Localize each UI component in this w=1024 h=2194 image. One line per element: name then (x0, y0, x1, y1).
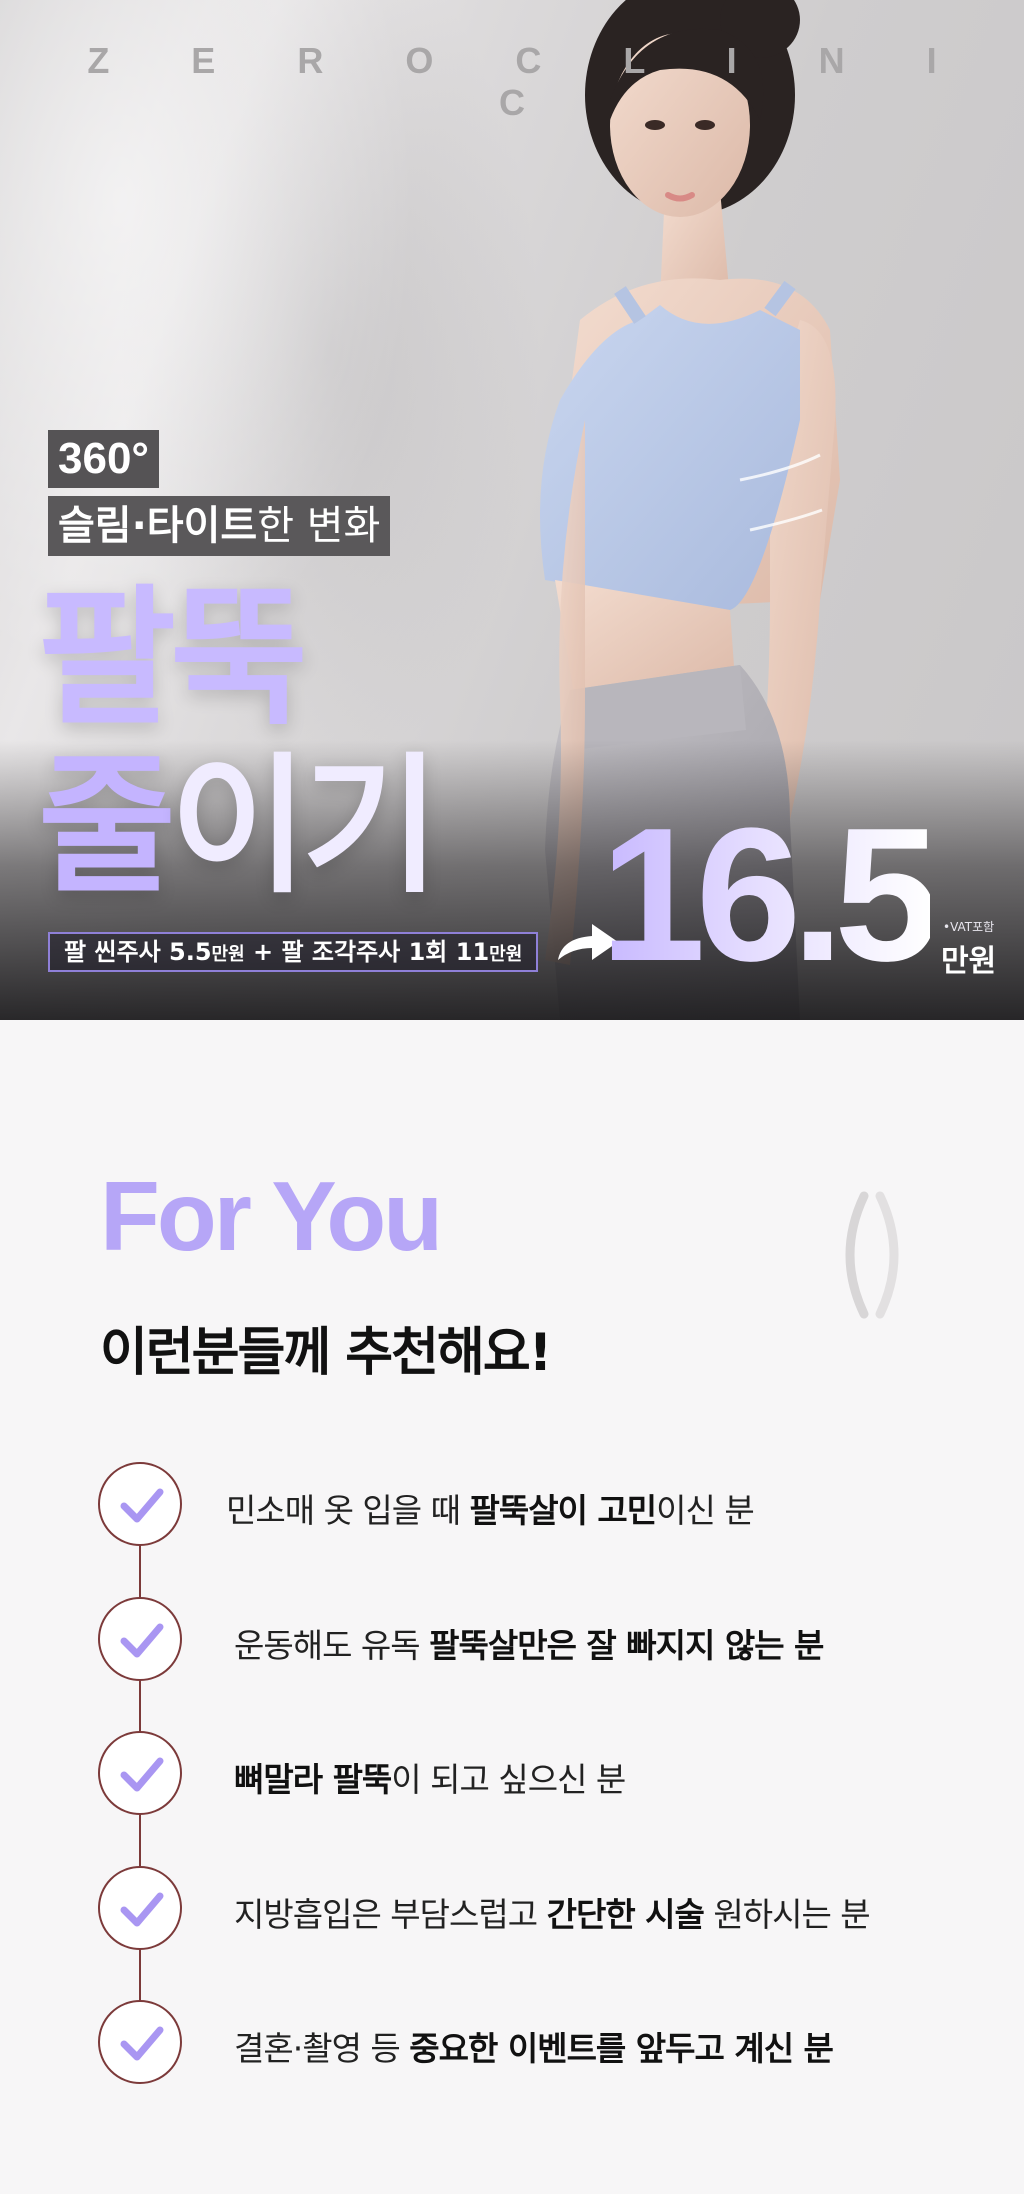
price-plus: + (244, 938, 282, 966)
check-icon (120, 1488, 164, 1523)
price-unit: 만원 (941, 944, 997, 979)
item-text-bold: 팔뚝살만은 잘 빠지지 않는 분 (429, 1626, 824, 1665)
price-part2: 팔 조각주사 1회 11 (281, 938, 490, 966)
total-price: 16.5 (600, 789, 940, 1001)
check-circle (98, 2000, 182, 2084)
price-part2-unit: 만원 (489, 944, 523, 965)
item-text-pre: 운동해도 유독 (234, 1626, 430, 1665)
badge-360: 360° (48, 430, 160, 488)
vat-note: •VAT포함 (943, 920, 995, 934)
headline-line1: 팔뚝 (38, 572, 308, 746)
price-breakdown: 팔 씬주사 5.5만원 + 팔 조각주사 1회 11만원 (48, 932, 539, 972)
headline-line2-accent: 줄 (38, 740, 176, 914)
check-icon (120, 1757, 164, 1792)
check-item-3 (98, 1731, 184, 1817)
check-circle (98, 1462, 182, 1546)
hero-banner: Z E R O C L I N I C 360° 슬림·타이트한 변화 팔뚝 줄… (0, 0, 1024, 1020)
list-item-2: 운동해도 유독 팔뚝살만은 잘 빠지지 않는 분 (234, 1619, 824, 1667)
for-you-heading: For You (100, 1161, 443, 1271)
check-icon (120, 1892, 164, 1927)
item-text-bold: 팔뚝살이 고민 (469, 1491, 657, 1530)
brand-name: Z E R O C L I N I C (87, 40, 973, 123)
check-item-5 (98, 2000, 184, 2086)
item-text-bold: 뼈말라 팔뚝 (234, 1760, 392, 1799)
item-text-pre: 민소매 옷 입을 때 (226, 1491, 470, 1530)
price-part1: 팔 씬주사 5.5 (64, 938, 212, 966)
subtitle-badge: 슬림·타이트한 변화 (48, 496, 391, 556)
check-circle (98, 1731, 182, 1815)
check-item-1 (98, 1462, 184, 1548)
list-item-5: 결혼·촬영 등 중요한 이벤트를 앞두고 계신 분 (234, 2022, 834, 2070)
item-text-post: 이 되고 싶으신 분 (391, 1760, 626, 1799)
item-text-bold: 중요한 이벤트를 앞두고 계신 분 (409, 2029, 834, 2068)
check-circle (98, 1866, 182, 1950)
list-item-1: 민소매 옷 입을 때 팔뚝살이 고민이신 분 (226, 1484, 755, 1532)
check-icon (120, 2026, 164, 2061)
price-part1-unit: 만원 (211, 944, 245, 965)
list-item-4: 지방흡입은 부담스럽고 간단한 시술 원하시는 분 (234, 1888, 871, 1936)
list-item-3: 뼈말라 팔뚝이 되고 싶으신 분 (234, 1753, 626, 1801)
check-circle (98, 1597, 182, 1681)
item-text-post: 원하시는 분 (703, 1895, 870, 1934)
item-text-post: 이신 분 (656, 1491, 755, 1530)
headline-line2: 줄이기 (38, 740, 440, 914)
parenthesis-decoration-icon (845, 1191, 899, 1319)
subtitle-bold: 슬림·타이트 (58, 503, 258, 549)
check-icon (120, 1623, 164, 1658)
headline: 팔뚝 줄이기 (38, 572, 440, 914)
section-title: 이런분들께 추천해요! (100, 1323, 552, 1383)
subtitle-light: 한 변화 (257, 503, 381, 549)
check-item-2 (98, 1597, 184, 1683)
check-item-4 (98, 1866, 184, 1952)
item-text-pre: 결혼·촬영 등 (234, 2029, 410, 2068)
headline-line2-rest: 이기 (170, 740, 440, 914)
item-text-pre: 지방흡입은 부담스럽고 (234, 1895, 547, 1934)
item-text-bold: 간단한 시술 (546, 1895, 705, 1934)
